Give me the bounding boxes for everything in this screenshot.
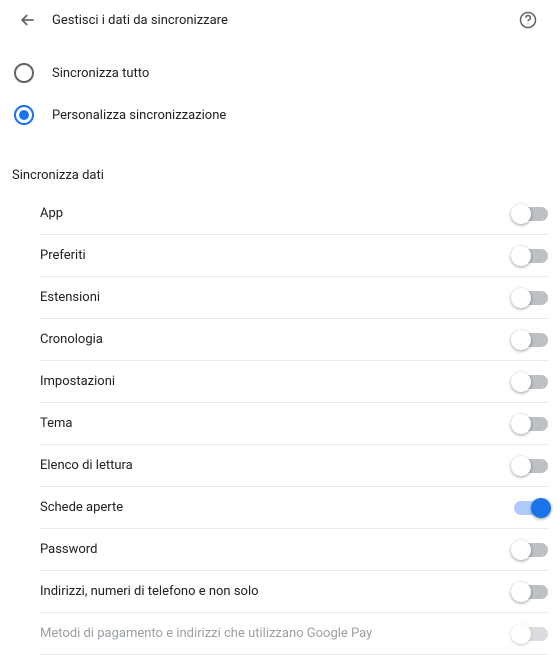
toggle[interactable] <box>514 501 548 515</box>
list-item: Indirizzi, numeri di telefono e non solo <box>40 571 548 613</box>
sync-mode-radio-group: Sincronizza tutto Personalizza sincroniz… <box>0 40 560 140</box>
list-item-label: Impostazioni <box>40 374 514 389</box>
list-item-label: Estensioni <box>40 290 514 305</box>
toggle[interactable] <box>514 543 548 557</box>
list-item: Schede aperte <box>40 487 548 529</box>
list-item-label: Schede aperte <box>40 500 514 515</box>
list-item: App <box>40 193 548 235</box>
radio-label: Sincronizza tutto <box>52 66 149 81</box>
list-item: Cronologia <box>40 319 548 361</box>
list-item-label: Metodi di pagamento e indirizzi che util… <box>40 626 514 641</box>
list-item: Metodi di pagamento e indirizzi che util… <box>40 613 548 655</box>
radio-label: Personalizza sincronizzazione <box>52 108 226 123</box>
list-item: Impostazioni <box>40 361 548 403</box>
list-item: Elenco di lettura <box>40 445 548 487</box>
radio-icon <box>14 105 34 125</box>
list-item: Password <box>40 529 548 571</box>
section-title: Sincronizza dati <box>0 140 560 193</box>
arrow-left-icon <box>18 10 38 30</box>
toggle[interactable] <box>514 249 548 263</box>
help-button[interactable] <box>512 4 544 36</box>
toggle[interactable] <box>514 333 548 347</box>
list-item-label: Indirizzi, numeri di telefono e non solo <box>40 584 514 599</box>
page-title: Gestisci i dati da sincronizzare <box>44 13 512 28</box>
list-item: Tema <box>40 403 548 445</box>
list-item: Preferiti <box>40 235 548 277</box>
radio-customize-sync[interactable]: Personalizza sincronizzazione <box>12 94 560 136</box>
radio-sync-all[interactable]: Sincronizza tutto <box>12 52 560 94</box>
toggle[interactable] <box>514 585 548 599</box>
list-item: Estensioni <box>40 277 548 319</box>
list-item-label: Cronologia <box>40 332 514 347</box>
toggle[interactable] <box>514 459 548 473</box>
list-item-label: Tema <box>40 416 514 431</box>
list-item-label: App <box>40 206 514 221</box>
help-circle-icon <box>519 11 537 29</box>
sync-items-list: App Preferiti Estensioni Cronologia Impostaz… <box>0 193 560 655</box>
list-item-label: Preferiti <box>40 248 514 263</box>
list-item-label: Elenco di lettura <box>40 458 514 473</box>
back-button[interactable] <box>12 4 44 36</box>
header: Gestisci i dati da sincronizzare <box>0 0 560 40</box>
toggle[interactable] <box>514 291 548 305</box>
radio-icon <box>14 63 34 83</box>
toggle[interactable] <box>514 417 548 431</box>
list-item-label: Password <box>40 542 514 557</box>
toggle[interactable] <box>514 207 548 221</box>
toggle[interactable] <box>514 375 548 389</box>
toggle <box>514 627 548 641</box>
